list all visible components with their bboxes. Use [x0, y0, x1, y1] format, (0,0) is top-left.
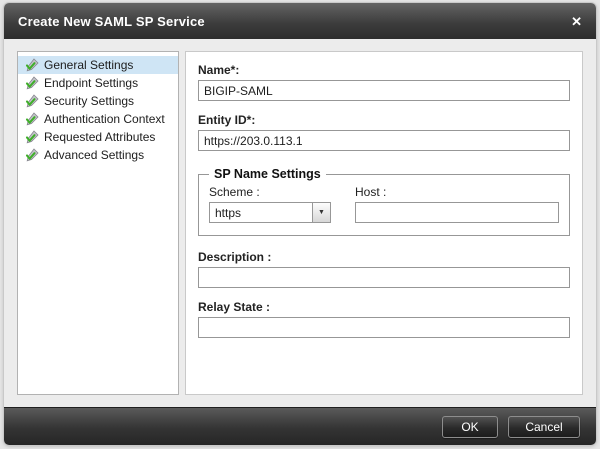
description-field-group: Description :: [198, 250, 570, 288]
sidebar-item-label: General Settings: [44, 58, 133, 72]
scheme-field-group: Scheme : https ▼: [209, 185, 331, 223]
settings-check-icon: [25, 148, 39, 162]
sidebar-item-endpoint-settings[interactable]: Endpoint Settings: [18, 74, 178, 92]
sidebar-item-label: Endpoint Settings: [44, 76, 138, 90]
sidebar-item-label: Authentication Context: [44, 112, 165, 126]
name-input[interactable]: [198, 80, 570, 101]
relay-state-label: Relay State :: [198, 300, 570, 314]
entity-id-input[interactable]: [198, 130, 570, 151]
settings-check-icon: [25, 58, 39, 72]
dialog-title: Create New SAML SP Service: [18, 14, 205, 29]
close-icon[interactable]: ✕: [571, 15, 582, 28]
entity-id-field-group: Entity ID*:: [198, 113, 570, 151]
settings-check-icon: [25, 76, 39, 90]
settings-check-icon: [25, 130, 39, 144]
sp-name-settings-row: Scheme : https ▼ Host :: [209, 185, 559, 223]
sidebar-item-authentication-context[interactable]: Authentication Context: [18, 110, 178, 128]
sidebar-item-general-settings[interactable]: General Settings: [18, 56, 178, 74]
create-saml-sp-dialog: Create New SAML SP Service ✕ General Set…: [4, 3, 596, 445]
name-label: Name*:: [198, 63, 570, 77]
dialog-titlebar: Create New SAML SP Service ✕: [4, 3, 596, 39]
host-label: Host :: [355, 185, 559, 199]
chevron-down-icon: ▼: [312, 203, 330, 222]
sidebar-item-advanced-settings[interactable]: Advanced Settings: [18, 146, 178, 164]
sidebar-item-label: Requested Attributes: [44, 130, 155, 144]
host-field-group: Host :: [355, 185, 559, 223]
entity-id-label: Entity ID*:: [198, 113, 570, 127]
general-settings-panel: Name*: Entity ID*: SP Name Settings Sche…: [185, 51, 583, 395]
settings-sidebar: General Settings Endpoint Settings Secur…: [17, 51, 179, 395]
ok-button[interactable]: OK: [442, 416, 498, 438]
footer-bar: OK Cancel: [4, 407, 596, 445]
sp-name-settings-legend: SP Name Settings: [209, 167, 326, 181]
scheme-label: Scheme :: [209, 185, 331, 199]
sidebar-item-security-settings[interactable]: Security Settings: [18, 92, 178, 110]
sidebar-item-label: Advanced Settings: [44, 148, 144, 162]
dialog-content: General Settings Endpoint Settings Secur…: [4, 39, 596, 407]
relay-state-field-group: Relay State :: [198, 300, 570, 338]
host-input[interactable]: [355, 202, 559, 223]
name-field-group: Name*:: [198, 63, 570, 101]
sidebar-item-requested-attributes[interactable]: Requested Attributes: [18, 128, 178, 146]
settings-check-icon: [25, 94, 39, 108]
scheme-select[interactable]: https ▼: [209, 202, 331, 223]
settings-check-icon: [25, 112, 39, 126]
sidebar-item-label: Security Settings: [44, 94, 134, 108]
description-label: Description :: [198, 250, 570, 264]
sp-name-settings-group: SP Name Settings Scheme : https ▼ Host :: [198, 167, 570, 236]
relay-state-input[interactable]: [198, 317, 570, 338]
cancel-button[interactable]: Cancel: [508, 416, 580, 438]
scheme-selected-value: https: [210, 203, 312, 222]
description-input[interactable]: [198, 267, 570, 288]
